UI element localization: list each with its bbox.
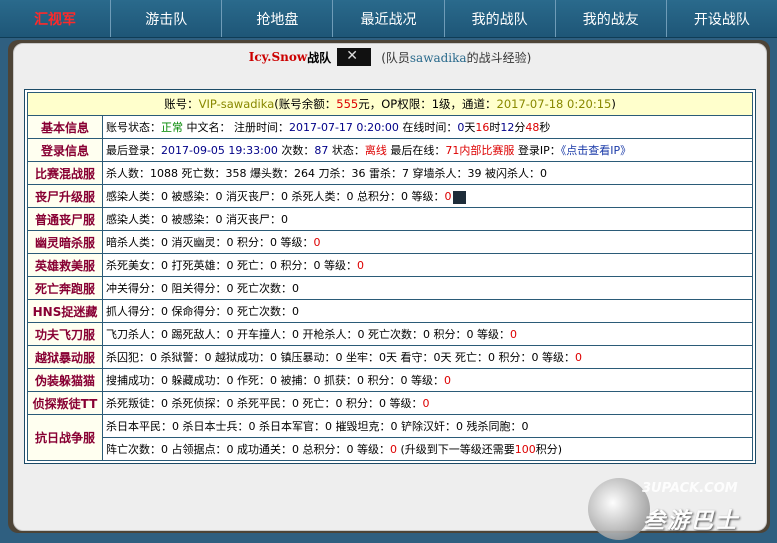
category-label: 丧尸升级服 [28,185,102,207]
login-info-row: 登录信息 最后登录：2017-09-05 19:33:00 次数：87 状态：离… [28,139,752,161]
content-frame: Icy.Snow 战队 (队员sawadika的战斗经验) 账号：VIP-saw… [8,40,770,533]
team-name: Icy.Snow [248,50,308,64]
table-row: 普通丧尸服 感染人类：0 被感染：0 消灭丧尸：0 [28,208,752,230]
table-row: 死亡奔跑服 冲关得分：0 阻关得分：0 死亡次数：0 [28,277,752,299]
category-label: 越狱暴动服 [28,346,102,368]
table-row: 阵亡次数：0 占领据点：0 成功通关：0 总积分：0 等级：0 (升级到下一等级… [28,438,752,460]
rank-icon [453,190,467,204]
team-suffix: 战队 [307,50,332,65]
table-row: 功夫飞刀服 飞刀杀人：0 踢死敌人：0 开车撞人：0 开枪杀人：0 死亡次数：0 … [28,323,752,345]
nav-my-friends[interactable]: 我的战友 [556,0,667,37]
category-label: 比赛混战服 [28,162,102,184]
team-header: Icy.Snow 战队 (队员sawadika的战斗经验) [14,44,766,70]
category-label: 死亡奔跑服 [28,277,102,299]
table-row: 比赛混战服 杀人数：1088 死亡数：358 爆头数：264 刀杀：36 雷杀：7… [28,162,752,184]
nav-my-team[interactable]: 我的战队 [445,0,556,37]
category-label: 幽灵暗杀服 [28,231,102,253]
category-label: 基本信息 [28,116,102,138]
category-label: 伪装躲猫猫 [28,369,102,391]
content-panel: Icy.Snow 战队 (队员sawadika的战斗经验) 账号：VIP-saw… [13,43,767,531]
top-nav: 汇视军 游击队 抢地盘 最近战况 我的战队 我的战友 开设战队 [0,0,777,38]
category-label: 普通丧尸服 [28,208,102,230]
table-row: 越狱暴动服 杀囚犯：0 杀狱警：0 越狱成功：0 镇压暴动：0 坐牢：0天 看守：… [28,346,752,368]
account-status: 正常 [161,121,183,134]
category-label: 抗日战争服 [28,415,102,460]
table-row: 伪装躲猫猫 搜捕成功：0 躲藏成功：0 作死：0 被捕：0 抓获：0 积分：0 等… [28,369,752,391]
watermark-text: 3UPACK.COM [642,481,738,496]
view-ip-link[interactable]: 《点击查看IP》 [561,144,631,157]
team-subtitle: (队员sawadika的战斗经验) [381,50,532,65]
nav-guerrilla[interactable]: 游击队 [111,0,223,37]
category-label: 功夫飞刀服 [28,323,102,345]
account-row: 账号：VIP-sawadika(账号余额：555元，OP权限：1级，通道：201… [28,93,752,115]
table-row: 抗日战争服 杀日本平民：0 杀日本士兵：0 杀日本军官：0 摧毁坦克：0 铲除汉… [28,415,752,460]
login-state: 离线 [364,144,387,157]
stats-table: 账号：VIP-sawadika(账号余额：555元，OP权限：1级，通道：201… [24,89,756,464]
table-row: 英雄救美服 杀死美女：0 打死英雄：0 死亡：0 积分：0 等级：0 [28,254,752,276]
category-label: 英雄救美服 [28,254,102,276]
table-row: 丧尸升级服 感染人类：0 被感染：0 消灭丧尸：0 杀死人类：0 总积分：0 等级… [28,185,752,207]
basic-info-row: 基本信息 账号状态：正常 中文名： 注册时间：2017-07-17 0:20:0… [28,116,752,138]
nav-home[interactable]: 汇视军 [0,0,112,37]
watermark-emblem-icon [588,478,650,540]
account-date: 2017-07-18 0:20:15 [496,97,612,111]
member-name: sawadika [409,50,467,65]
watermark-brand: 叁游巴士 [643,509,740,534]
table-row: HNS捉迷藏 抓人得分：0 保命得分：0 死亡次数：0 [28,300,752,322]
category-label: 登录信息 [28,139,102,161]
nav-create-team[interactable]: 开设战队 [667,0,777,37]
nav-territory[interactable]: 抢地盘 [222,0,334,37]
account-balance: 555 [336,97,359,111]
category-label: HNS捉迷藏 [28,300,102,322]
category-label: 侦探叛徒TT [28,392,102,414]
table-row: 幽灵暗杀服 暗杀人类：0 消灭幽灵：0 积分：0 等级：0 [28,231,752,253]
nav-recent-battles[interactable]: 最近战况 [333,0,445,37]
team-logo-icon [337,48,372,66]
table-row: 侦探叛徒TT 杀死叛徒：0 杀死侦探：0 杀死平民：0 死亡：0 积分：0 等级：… [28,392,752,414]
account-id: VIP-sawadika [198,97,275,111]
watermark-logo: 3UPACK.COM 叁游巴士 [588,478,768,540]
